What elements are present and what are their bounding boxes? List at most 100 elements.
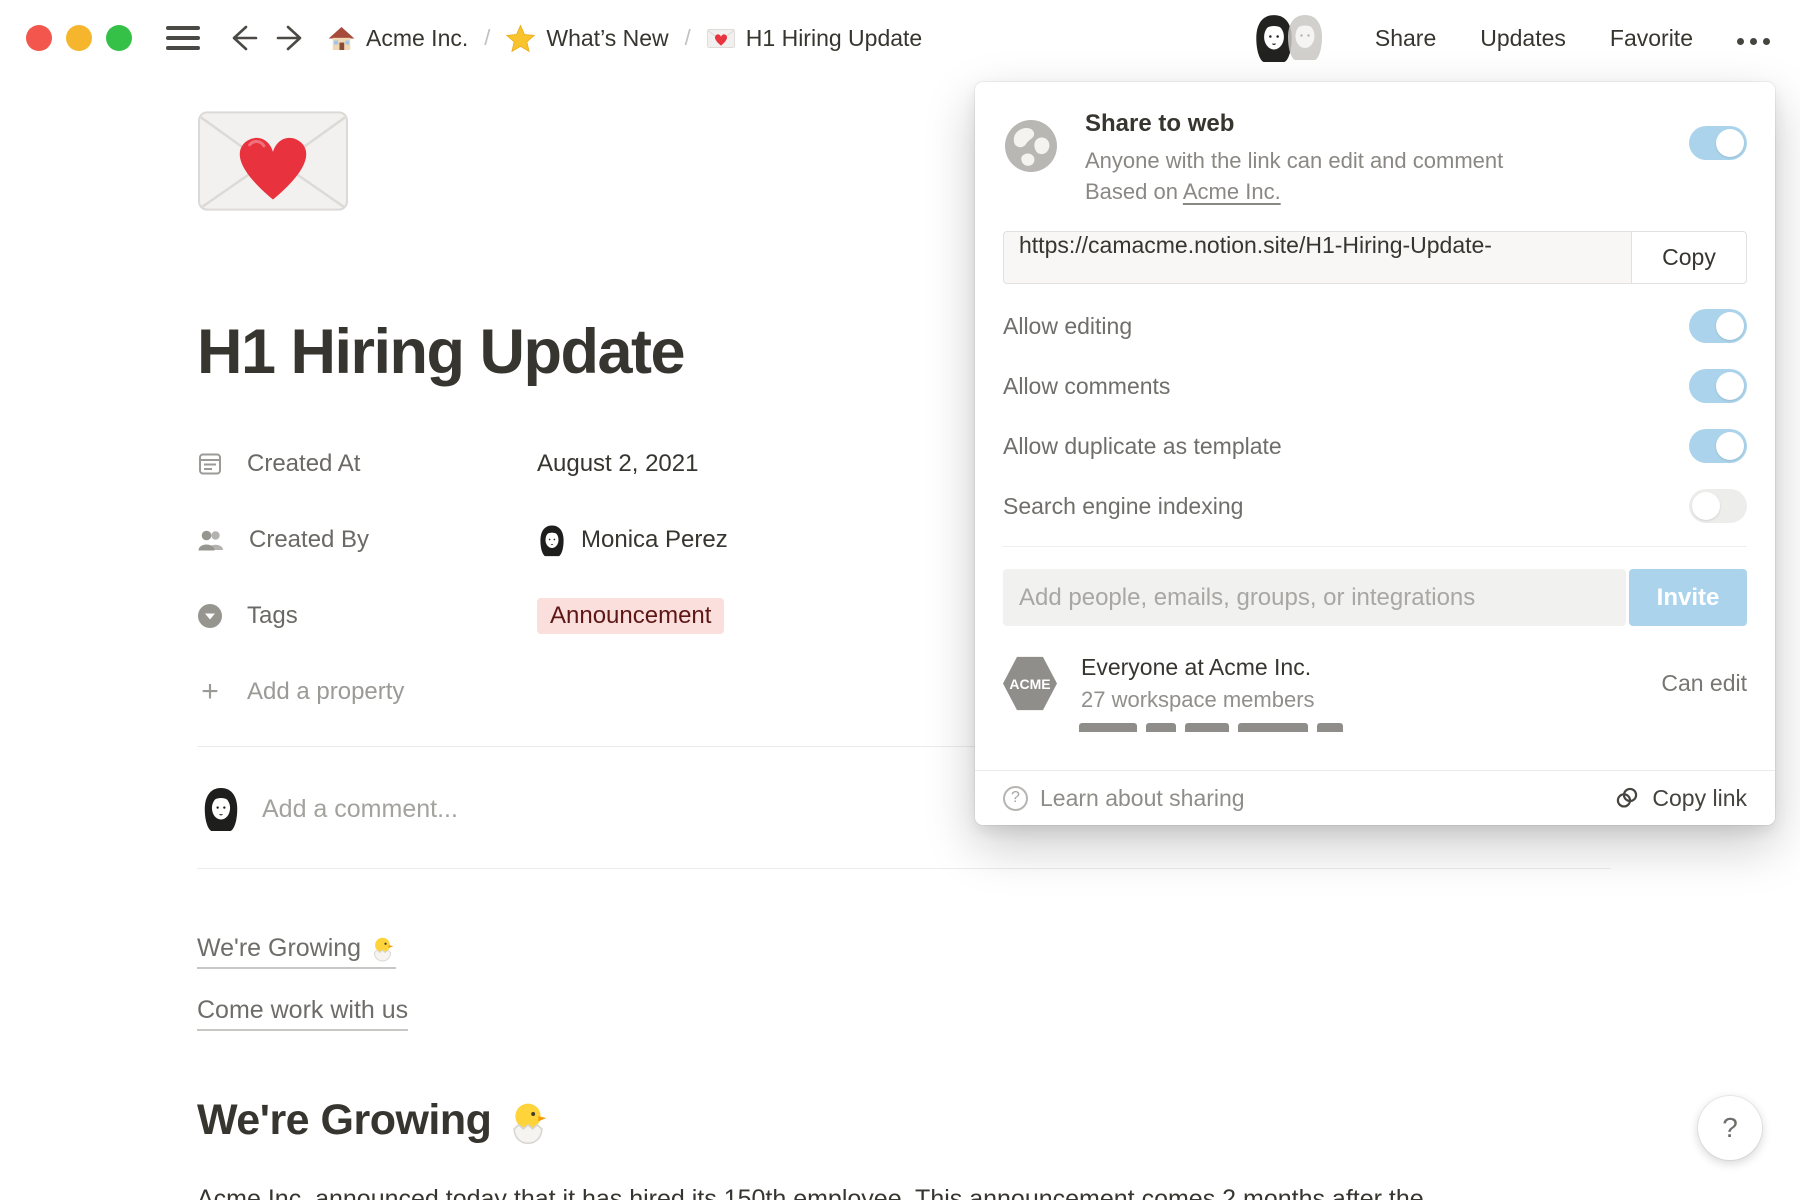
forward-button[interactable]: [276, 23, 310, 53]
help-circle-icon: ?: [1003, 786, 1028, 811]
learn-about-sharing-label: Learn about sharing: [1040, 785, 1245, 812]
property-label: Created At: [247, 450, 360, 478]
breadcrumb-item-current-page[interactable]: H1 Hiring Update: [707, 25, 922, 52]
share-to-web-section: Share to web Anyone with the link can ed…: [975, 82, 1775, 207]
property-value-created-at[interactable]: August 2, 2021: [537, 450, 698, 478]
breadcrumb-item-whats-new[interactable]: What’s New: [506, 24, 668, 53]
link-label: We're Growing: [197, 934, 361, 963]
based-on-line: Based on Acme Inc.: [1085, 176, 1503, 207]
property-row-tags[interactable]: Tags Announcement: [197, 590, 917, 642]
property-label: Tags: [247, 602, 298, 630]
body-paragraph-clipped[interactable]: Acme Inc. announced today that it has hi…: [197, 1181, 1610, 1200]
page-properties: Created At August 2, 2021 Created By: [197, 438, 917, 742]
allow-editing-toggle[interactable]: [1689, 309, 1747, 343]
page-emoji-icon[interactable]: [197, 108, 349, 219]
notion-window: Acme Inc. / What’s New / H1 Hiring Updat…: [0, 0, 1800, 1200]
section-heading[interactable]: We're Growing: [197, 1096, 551, 1145]
breadcrumb-label: Acme Inc.: [366, 25, 468, 52]
select-property-icon: [197, 603, 223, 629]
calendar-icon: [197, 451, 223, 477]
invite-button[interactable]: Invite: [1629, 569, 1747, 626]
house-icon: [328, 25, 355, 52]
share-button[interactable]: Share: [1375, 25, 1436, 52]
page-title[interactable]: H1 Hiring Update: [197, 316, 684, 388]
search-indexing-row: Search engine indexing: [1003, 476, 1747, 536]
breadcrumb-separator: /: [685, 25, 691, 51]
window-controls: [26, 25, 132, 51]
updates-button[interactable]: Updates: [1480, 25, 1566, 52]
permission-dropdown[interactable]: Can edit: [1661, 670, 1747, 697]
add-property-button[interactable]: + Add a property: [197, 666, 917, 718]
property-row-created-by[interactable]: Created By Monica Perez: [197, 514, 917, 566]
based-on-link[interactable]: Acme Inc.: [1183, 179, 1281, 204]
search-indexing-toggle[interactable]: [1689, 489, 1747, 523]
workspace-members-row[interactable]: ACME Everyone at Acme Inc. 27 workspace …: [1003, 654, 1747, 713]
share-popover: Share to web Anyone with the link can ed…: [975, 82, 1775, 825]
plus-icon: +: [197, 675, 223, 709]
people-icon: [197, 528, 225, 552]
allow-editing-row: Allow editing: [1003, 296, 1747, 356]
love-letter-icon: [707, 28, 735, 49]
hatching-chick-icon: [505, 1099, 551, 1145]
share-to-web-subtitle: Anyone with the link can edit and commen…: [1085, 145, 1503, 176]
share-to-web-toggle[interactable]: [1689, 126, 1747, 160]
heading-text: We're Growing: [197, 1096, 491, 1145]
created-by-name: Monica Perez: [581, 526, 728, 554]
star-icon: [506, 24, 535, 53]
divider: [197, 868, 1610, 869]
clipped-next-row: [1079, 723, 1747, 732]
back-button[interactable]: [224, 23, 258, 53]
arrow-left-icon: [224, 23, 258, 53]
love-letter-icon: [197, 108, 349, 214]
link-were-growing[interactable]: We're Growing: [197, 934, 396, 969]
add-property-label: Add a property: [247, 678, 404, 706]
based-on-prefix: Based on: [1085, 179, 1178, 204]
zoom-window-button[interactable]: [106, 25, 132, 51]
share-to-web-text: Share to web Anyone with the link can ed…: [1085, 110, 1503, 207]
invite-people-input[interactable]: [1003, 569, 1626, 626]
copy-link-label: Copy link: [1652, 785, 1747, 812]
learn-about-sharing-link[interactable]: ? Learn about sharing: [1003, 785, 1245, 812]
allow-duplicate-toggle[interactable]: [1689, 429, 1747, 463]
share-popover-footer: ? Learn about sharing Copy link: [975, 770, 1775, 825]
tag-announcement[interactable]: Announcement: [537, 598, 724, 634]
search-indexing-label: Search engine indexing: [1003, 493, 1243, 520]
breadcrumb-label: What’s New: [546, 25, 668, 52]
link-label: Come work with us: [197, 996, 408, 1025]
presence-avatars[interactable]: [1251, 13, 1327, 63]
divider: [1003, 546, 1747, 547]
topbar-actions: Share Updates Favorite: [1251, 13, 1770, 63]
breadcrumb-item-workspace[interactable]: Acme Inc.: [328, 25, 468, 52]
sidebar-toggle-icon[interactable]: [166, 26, 200, 50]
allow-editing-label: Allow editing: [1003, 313, 1132, 340]
minimize-window-button[interactable]: [66, 25, 92, 51]
globe-icon: [1003, 118, 1059, 174]
collaborator-avatar-icon: [1283, 13, 1327, 61]
copy-link-button[interactable]: Copy link: [1614, 785, 1747, 812]
allow-comments-toggle[interactable]: [1689, 369, 1747, 403]
workspace-members-text: Everyone at Acme Inc. 27 workspace membe…: [1081, 654, 1315, 713]
share-url-row: https://camacme.notion.site/H1-Hiring-Up…: [1003, 231, 1747, 284]
help-button[interactable]: ?: [1698, 1096, 1762, 1160]
workspace-member-count: 27 workspace members: [1081, 687, 1315, 713]
monica-avatar-icon: [537, 524, 567, 557]
property-value-created-by[interactable]: Monica Perez: [537, 524, 728, 557]
property-row-created-at[interactable]: Created At August 2, 2021: [197, 438, 917, 490]
share-permission-toggles: Allow editing Allow comments Allow dupli…: [1003, 296, 1747, 547]
copy-url-button[interactable]: Copy: [1631, 231, 1747, 284]
top-bar: Acme Inc. / What’s New / H1 Hiring Updat…: [0, 0, 1800, 76]
link-come-work-with-us[interactable]: Come work with us: [197, 996, 408, 1031]
acme-workspace-logo: ACME: [1003, 655, 1057, 713]
invite-row: Invite: [1003, 569, 1747, 626]
acme-logo-text: ACME: [1009, 676, 1050, 692]
more-options-icon[interactable]: [1737, 32, 1770, 45]
add-comment-input[interactable]: Add a comment...: [262, 795, 458, 824]
hatching-chick-icon: [369, 935, 396, 962]
allow-comments-label: Allow comments: [1003, 373, 1170, 400]
workspace-name: Everyone at Acme Inc.: [1081, 654, 1315, 681]
favorite-button[interactable]: Favorite: [1610, 25, 1693, 52]
share-url-input[interactable]: https://camacme.notion.site/H1-Hiring-Up…: [1003, 231, 1631, 284]
close-window-button[interactable]: [26, 25, 52, 51]
allow-comments-row: Allow comments: [1003, 356, 1747, 416]
breadcrumb-separator: /: [484, 25, 490, 51]
